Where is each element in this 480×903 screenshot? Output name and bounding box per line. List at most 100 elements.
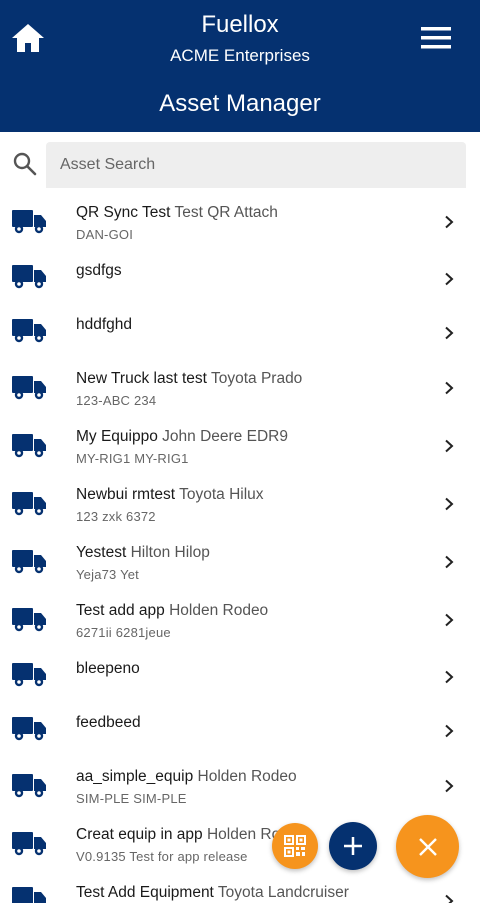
truck-icon (12, 376, 46, 400)
asset-list-item[interactable]: Yestest Hilton Hilop Yeja73 Yet (0, 534, 480, 592)
chevron-right-icon (445, 894, 454, 903)
truck-icon (12, 717, 46, 741)
asset-list-item[interactable]: feedbeed (0, 704, 480, 758)
truck-icon (12, 492, 46, 516)
asset-list-item[interactable]: New Truck last test Toyota Prado 123-ABC … (0, 360, 480, 418)
search-bar (0, 132, 480, 194)
asset-title: hddfghd (76, 316, 420, 334)
asset-model: Toyota Landcruiser (217, 884, 349, 901)
asset-list-item[interactable]: Test add app Holden Rodeo 6271ii 6281jeue (0, 592, 480, 650)
asset-name: hddfghd (76, 316, 133, 333)
chevron-right-icon (445, 779, 454, 793)
asset-text: Test Add Equipment Toyota Landcruiser (76, 884, 420, 902)
truck-icon (12, 608, 46, 632)
asset-name: gsdfgs (76, 262, 122, 279)
asset-model: Holden Rodeo (169, 602, 269, 619)
asset-text: QR Sync Test Test QR Attach DAN-GOI (76, 204, 420, 242)
asset-title: New Truck last test Toyota Prado (76, 370, 420, 388)
asset-text: New Truck last test Toyota Prado 123-ABC … (76, 370, 420, 408)
asset-list-item[interactable]: Newbui rmtest Toyota Hilux 123 zxk 6372 (0, 476, 480, 534)
asset-list-item[interactable]: Test Add Equipment Toyota Landcruiser (0, 874, 480, 903)
asset-name: Yestest (76, 544, 127, 561)
close-actions-button[interactable] (396, 815, 459, 878)
organization-name: ACME Enterprises (170, 46, 310, 65)
app-name: Fuellox (201, 11, 279, 38)
asset-list: QR Sync Test Test QR Attach DAN-GOI gsdfgs… (0, 194, 480, 903)
hamburger-menu-icon (421, 27, 451, 49)
asset-title: Newbui rmtest Toyota Hilux (76, 486, 420, 504)
asset-search-input[interactable] (46, 142, 466, 188)
asset-name: Newbui rmtest (76, 486, 176, 503)
asset-text: My Equippo John Deere EDR9 MY-RIG1 MY-RIG… (76, 428, 420, 466)
asset-list-item[interactable]: gsdfgs (0, 252, 480, 306)
asset-identifiers: 123-ABC 234 (76, 393, 157, 408)
asset-identifiers: MY-RIG1 MY-RIG1 (76, 451, 189, 466)
asset-identifiers: 123 zxk 6372 (76, 509, 156, 524)
asset-name: Test add app (76, 602, 165, 619)
plus-icon (344, 837, 362, 855)
asset-identifiers: 6271ii 6281jeue (76, 625, 171, 640)
chevron-right-icon (445, 272, 454, 286)
asset-text: Newbui rmtest Toyota Hilux 123 zxk 6372 (76, 486, 420, 524)
asset-text: hddfghd (76, 316, 420, 334)
asset-title: feedbeed (76, 714, 420, 732)
asset-title: bleepeno (76, 660, 420, 678)
asset-list-item[interactable]: aa_simple_equip Holden Rodeo SIM-PLE SIM-… (0, 758, 480, 816)
qr-code-icon (284, 835, 306, 857)
add-asset-button[interactable] (329, 822, 377, 870)
asset-name: Creat equip in app (76, 826, 203, 843)
truck-icon (12, 550, 46, 574)
chevron-right-icon (445, 724, 454, 738)
asset-title: Test add app Holden Rodeo (76, 602, 420, 620)
asset-text: Yestest Hilton Hilop Yeja73 Yet (76, 544, 420, 582)
chevron-right-icon (445, 326, 454, 340)
asset-text: bleepeno (76, 660, 420, 678)
asset-name: QR Sync Test (76, 204, 171, 221)
menu-button[interactable] (419, 24, 453, 52)
truck-icon (12, 887, 46, 903)
app-header: Fuellox ACME Enterprises Asset Manager (0, 0, 480, 132)
scan-qr-button[interactable] (272, 823, 318, 869)
chevron-right-icon (445, 555, 454, 569)
asset-name: feedbeed (76, 714, 141, 731)
asset-name: My Equippo (76, 428, 158, 445)
truck-icon (12, 434, 46, 458)
asset-identifiers: SIM-PLE SIM-PLE (76, 791, 187, 806)
search-icon (13, 152, 37, 176)
asset-model: Toyota Prado (210, 370, 303, 387)
close-icon (418, 837, 437, 856)
chevron-right-icon (445, 215, 454, 229)
asset-model: Holden Rodeo (197, 768, 297, 785)
asset-text: feedbeed (76, 714, 420, 732)
asset-title: My Equippo John Deere EDR9 (76, 428, 420, 446)
asset-title: Yestest Hilton Hilop (76, 544, 420, 562)
asset-name: New Truck last test (76, 370, 207, 387)
asset-model: Toyota Hilux (179, 486, 264, 503)
truck-icon (12, 319, 46, 343)
asset-model: Test QR Attach (174, 204, 278, 221)
asset-title: Test Add Equipment Toyota Landcruiser (76, 884, 420, 902)
chevron-right-icon (445, 613, 454, 627)
asset-list-item[interactable]: QR Sync Test Test QR Attach DAN-GOI (0, 194, 480, 252)
asset-model: John Deere EDR9 (162, 428, 288, 445)
truck-icon (12, 663, 46, 687)
asset-text: gsdfgs (76, 262, 420, 280)
truck-icon (12, 210, 46, 234)
chevron-right-icon (445, 670, 454, 684)
asset-identifiers: Yeja73 Yet (76, 567, 139, 582)
asset-list-item[interactable]: bleepeno (0, 650, 480, 704)
asset-list-item[interactable]: hddfghd (0, 306, 480, 360)
asset-title: aa_simple_equip Holden Rodeo (76, 768, 420, 786)
asset-name: bleepeno (76, 660, 140, 677)
page-title: Asset Manager (159, 90, 321, 117)
asset-text: aa_simple_equip Holden Rodeo SIM-PLE SIM-… (76, 768, 420, 806)
truck-icon (12, 774, 46, 798)
truck-icon (12, 832, 46, 856)
chevron-right-icon (445, 381, 454, 395)
asset-name: Test Add Equipment (76, 884, 214, 901)
asset-identifiers: DAN-GOI (76, 227, 134, 242)
asset-list-item[interactable]: My Equippo John Deere EDR9 MY-RIG1 MY-RIG… (0, 418, 480, 476)
asset-model: Hilton Hilop (130, 544, 210, 561)
chevron-right-icon (445, 497, 454, 511)
chevron-right-icon (445, 439, 454, 453)
